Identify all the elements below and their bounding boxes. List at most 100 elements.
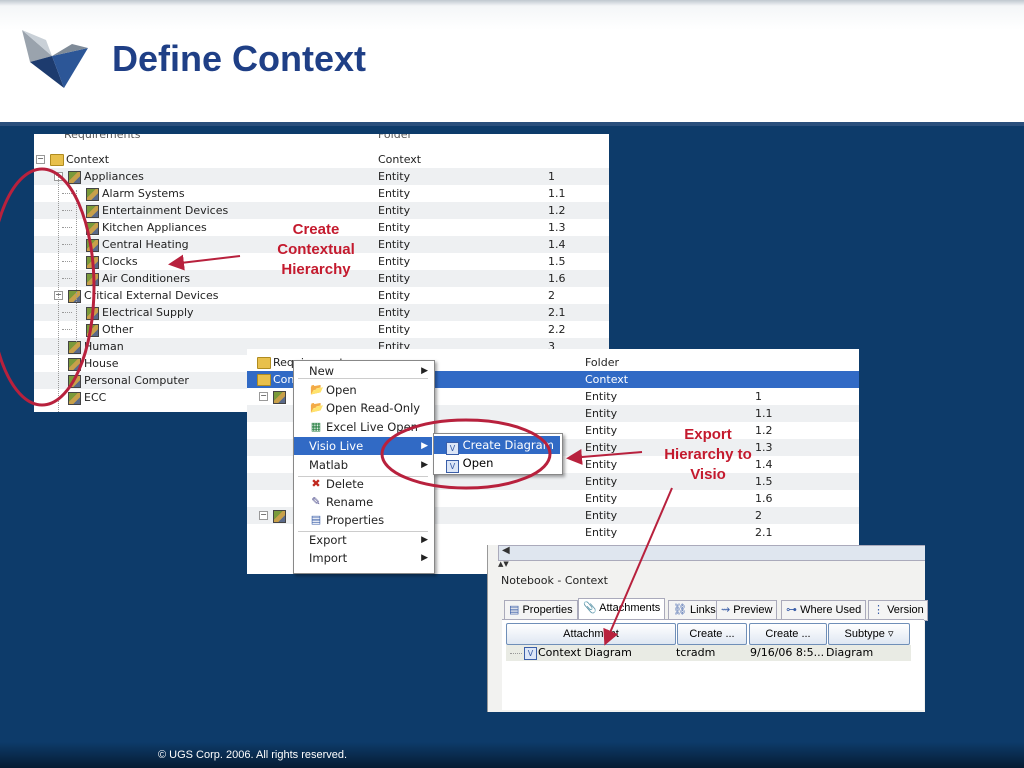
tab-label: Properties [522,604,573,616]
panel-collapse-icon[interactable]: ▲▼ [498,560,509,568]
column-header-1[interactable]: Create ... [677,623,747,645]
tab-preview[interactable]: ⇝ Preview [716,600,778,621]
table-row[interactable]: V Context Diagram tcradm 9/16/06 8:5... … [506,645,911,661]
tree-item-type: Entity [378,272,411,285]
tree-item-type: Entity [585,458,618,471]
header-rule [0,122,1024,126]
tree-connector [62,210,72,211]
menu-item-label: Open Read-Only [326,401,421,415]
version-icon: ⋮ [873,604,888,616]
create-hierarchy-callout: Create Contextual Hierarchy [262,220,370,280]
column-header-3[interactable]: Subtype ▿ [828,623,910,645]
tree-connector [62,244,72,245]
delete-icon: ✖ [311,477,321,490]
tree-guide-line [76,190,77,290]
expand-toggle-icon[interactable]: − [259,392,268,401]
tree-item-id: 1.1 [548,187,566,200]
table-row[interactable]: − Critical External Devices Entity 2 [34,287,609,304]
tree-item-label: Entertainment Devices [102,204,229,217]
table-row[interactable]: Requirements Folder [34,134,609,151]
tree-item-id: 2 [548,289,555,302]
context-menu-item-visio-live[interactable]: Visio Live ▶ [294,437,432,455]
tree-item-type: Entity [378,255,411,268]
tab-label: Attachments [599,602,661,614]
tab-label: Version [887,604,924,616]
excel-icon: ▦ [310,420,322,433]
table-row[interactable]: − Appliances Entity 1 [34,168,609,185]
column-header-0[interactable]: Attachment [506,623,676,645]
submenu-arrow-icon: ▶ [421,535,428,545]
tree-item-type: Entity [585,424,618,437]
tree-connector [62,312,72,313]
tab-label: Preview [733,604,773,616]
tab-version[interactable]: ⋮ Version [868,600,928,621]
tab-where-used[interactable]: ⊶ Where Used [781,600,867,621]
tree-item-type: Context [378,153,422,166]
tree-item-type: Folder [585,356,619,369]
entity-icon [86,256,99,269]
entity-icon [86,188,99,201]
tree-item-label: Requirements [64,134,141,141]
context-menu-item-matlab[interactable]: Matlab ▶ [294,456,432,474]
context-menu-item-export[interactable]: Export ▶ [294,531,432,549]
properties-icon: ▤ [310,513,322,526]
context-menu-item-open[interactable]: 📂 Open [294,381,432,399]
entity-icon [68,358,81,371]
entity-icon [86,222,99,235]
submenu-arrow-icon: ▶ [421,553,428,563]
tree-item-type: Entity [378,221,411,234]
tab-links[interactable]: ⛓ Links [668,600,721,621]
scroll-left-icon[interactable]: ◀ [502,545,510,556]
callout-line: Hierarchy to [664,446,752,463]
entity-icon [273,510,286,523]
tree-item-label: Electrical Supply [102,306,194,319]
expand-toggle-icon[interactable]: − [36,155,45,164]
tree-item-type: Entity [378,187,411,200]
table-row[interactable]: Other Entity 2.2 [34,321,609,338]
tab-properties[interactable]: ▤ Properties [504,600,578,621]
callout-line: Export [684,426,732,443]
menu-item-label: Import [309,551,348,565]
expand-toggle-icon[interactable]: − [259,511,268,520]
horizontal-scrollbar[interactable]: ◀ [498,545,925,561]
attachment-subtype: Diagram [826,646,874,659]
menu-item-label: Visio Live [309,439,364,453]
tree-item-type: Entity [585,509,618,522]
table-row[interactable]: Entertainment Devices Entity 1.2 [34,202,609,219]
context-menu-item-delete[interactable]: ✖ Delete [294,475,432,493]
entity-icon [68,290,81,303]
context-menu-item-import[interactable]: Import ▶ [294,549,432,567]
menu-item-label: Export [309,533,347,547]
tree-item-label: Other [102,323,134,336]
context-menu-item-properties[interactable]: ▤ Properties [294,511,432,529]
footer-bar [0,742,1024,768]
logo-icon [22,30,88,88]
callout-line: Visio [690,466,726,483]
tree-item-label: Context [66,153,110,166]
create-diagram-menu-item[interactable]: V Create Diagram [434,436,560,455]
copyright-text: © UGS Corp. 2006. All rights reserved. [158,749,348,761]
tree-item-label: Clocks [102,255,138,268]
visio-icon: V [446,460,459,473]
tree-item-id: 2.1 [755,526,773,539]
attachment-name: Context Diagram [538,646,632,659]
context-menu-item-open-read-only[interactable]: 📂 Open Read-Only [294,399,432,417]
tree-item-label: Human [84,340,124,353]
menu-item-label: Rename [326,495,374,509]
tree-connector [510,653,522,654]
slide-title: Define Context [112,38,367,79]
context-menu-item-excel-live-open[interactable]: ▦ Excel Live Open [294,418,432,436]
table-row[interactable]: Electrical Supply Entity 2.1 [34,304,609,321]
menu-item-label: Open [462,456,494,470]
tree-item-id: 1.6 [548,272,566,285]
tree-connector [62,261,72,262]
table-row[interactable]: − Context Context [34,151,609,168]
visio-open-menu-item[interactable]: V Open [434,454,560,473]
context-menu-item-rename[interactable]: ✎ Rename [294,493,432,511]
tab-attachments[interactable]: 📎 Attachments [578,598,666,621]
submenu-arrow-icon: ▶ [421,441,428,451]
tree-connector [62,227,72,228]
column-header-2[interactable]: Create ... [749,623,827,645]
entity-icon [68,341,81,354]
table-row[interactable]: Alarm Systems Entity 1.1 [34,185,609,202]
